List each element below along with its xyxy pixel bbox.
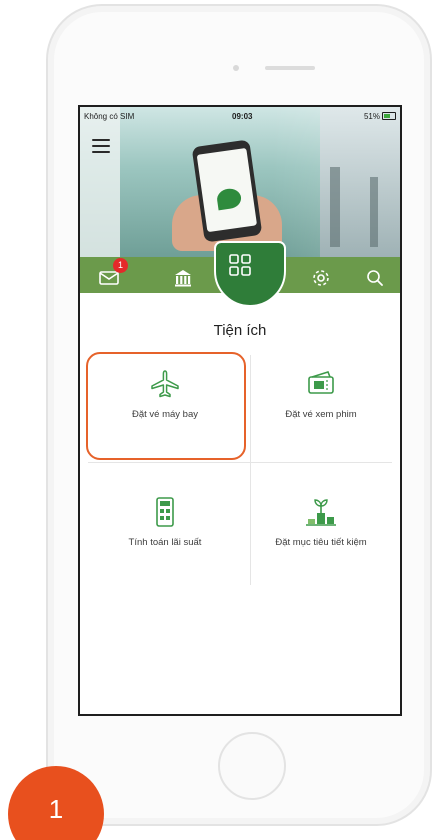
phone-screen: Không có SIM 09:03 51% 1 Tiện ích Đặt vé…: [78, 105, 402, 716]
grid-divider-horizontal: [88, 462, 392, 463]
clock: 09:03: [232, 112, 253, 121]
search-icon[interactable]: [364, 267, 386, 289]
hero-building: [330, 167, 340, 247]
tile-interest-calculator[interactable]: Tính toán lãi suất: [90, 497, 240, 548]
calculator-icon: [156, 497, 174, 527]
hero-phone-screen: [196, 147, 258, 233]
page-title: Tiện ích: [213, 322, 267, 339]
step-number: 1: [48, 794, 64, 824]
hero-window-left: [80, 107, 120, 257]
savings-plant-icon: [306, 499, 336, 526]
hero-phone-image: [191, 139, 263, 243]
front-camera: [233, 65, 239, 71]
tile-label: Đặt mục tiêu tiết kiệm: [275, 537, 367, 548]
bank-logo: [215, 187, 243, 211]
battery-percent: 51%: [363, 112, 380, 121]
status-bar: Không có SIM 09:03 51%: [80, 107, 400, 127]
hamburger-menu-icon[interactable]: [92, 139, 110, 153]
tile-movie-ticket[interactable]: Đặt vé xem phim: [246, 369, 396, 420]
home-button[interactable]: [218, 732, 286, 800]
movie-ticket-icon: [308, 371, 334, 394]
settings-gear-icon[interactable]: [310, 267, 332, 289]
tile-label: Đặt vé xem phim: [285, 409, 357, 420]
hero-banner: [80, 107, 400, 257]
tutorial-highlight-box: [86, 352, 246, 460]
earpiece-speaker: [265, 66, 315, 70]
tile-savings-goal[interactable]: Đặt mục tiêu tiết kiệm: [246, 497, 396, 548]
hero-building-2: [370, 177, 378, 247]
battery-icon: [382, 112, 396, 120]
tile-label: Tính toán lãi suất: [128, 537, 202, 548]
carrier-label: Không có SIM: [84, 112, 135, 121]
apps-grid-icon[interactable]: [228, 253, 252, 277]
bank-icon[interactable]: [172, 267, 194, 289]
tutorial-stage: Không có SIM 09:03 51% 1 Tiện ích Đặt vé…: [0, 0, 443, 840]
notification-badge: 1: [113, 258, 128, 273]
